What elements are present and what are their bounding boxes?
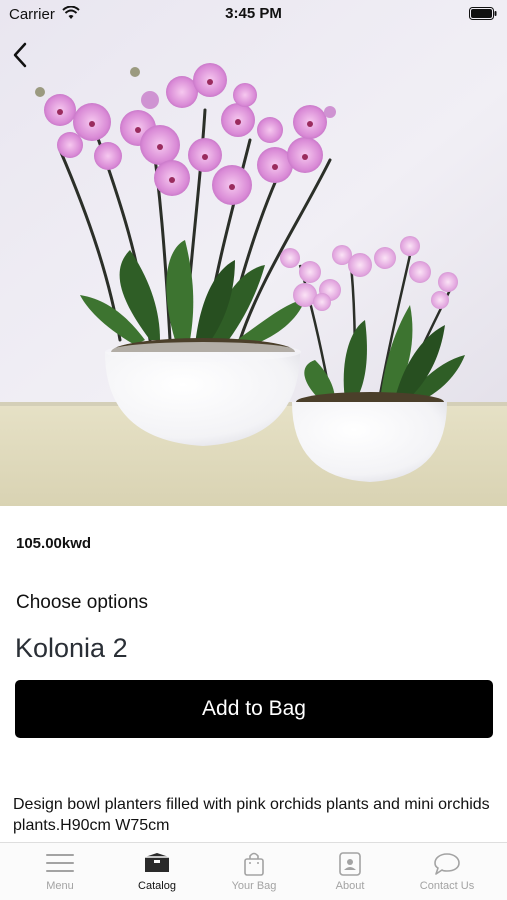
hamburger-icon — [11, 851, 109, 877]
tab-about[interactable]: About — [301, 843, 399, 900]
tab-bar: Menu Catalog Your Bag About Contact Us — [0, 842, 507, 900]
tab-label: Your Bag — [231, 880, 277, 892]
clock: 3:45 PM — [225, 5, 282, 22]
chevron-left-icon — [13, 42, 27, 68]
speech-bubble-icon — [398, 851, 496, 877]
status-bar: Carrier 3:45 PM — [0, 0, 507, 28]
tab-menu[interactable]: Menu — [11, 843, 109, 900]
selected-option[interactable]: Kolonia 2 — [15, 633, 128, 664]
battery-icon — [469, 7, 497, 25]
shopping-bag-icon — [205, 851, 303, 877]
product-image — [0, 0, 507, 506]
product-price: 105.00kwd — [16, 535, 92, 552]
tab-contact-us[interactable]: Contact Us — [398, 843, 496, 900]
choose-options-label: Choose options — [16, 592, 149, 613]
profile-card-icon — [301, 851, 399, 877]
tab-label: About — [335, 880, 365, 892]
tab-label: Catalog — [138, 880, 176, 892]
tab-your-bag[interactable]: Your Bag — [205, 843, 303, 900]
add-to-bag-button[interactable]: Add to Bag — [15, 680, 493, 738]
back-button[interactable] — [6, 38, 36, 72]
product-description: Design bowl planters filled with pink or… — [13, 796, 490, 834]
tab-label: Menu — [46, 880, 74, 892]
box-icon — [108, 851, 206, 877]
tab-label: Contact Us — [419, 880, 475, 892]
tab-catalog[interactable]: Catalog — [108, 843, 206, 900]
